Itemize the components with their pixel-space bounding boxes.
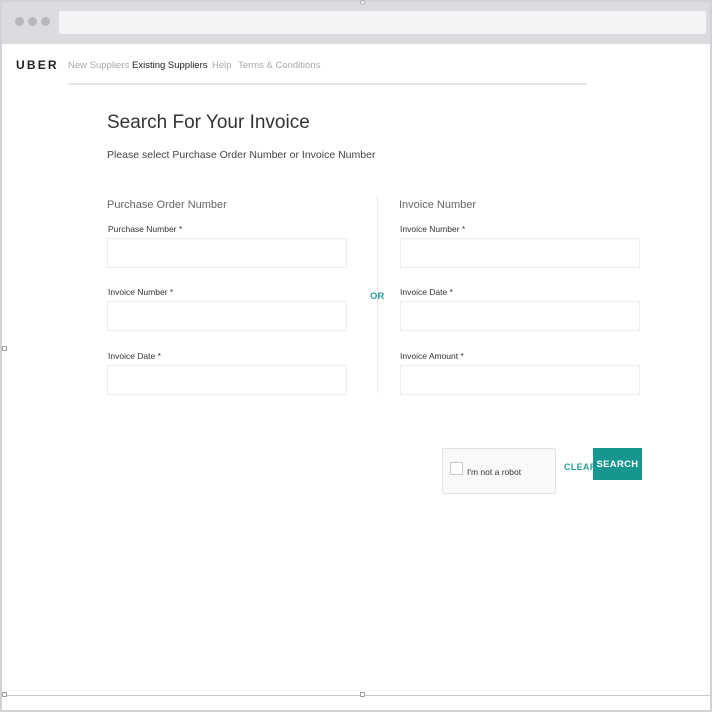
resize-handle-top[interactable] <box>360 0 365 5</box>
bottom-divider <box>4 695 710 696</box>
window-close-dot[interactable] <box>15 17 24 26</box>
uber-logo[interactable]: UBER <box>16 58 59 72</box>
resize-handle-bottom-left[interactable] <box>2 692 7 697</box>
browser-toolbar <box>2 0 710 44</box>
browser-window: UBER New Suppliers Existing Suppliers He… <box>0 0 712 712</box>
search-button[interactable]: SEARCH <box>593 448 642 480</box>
window-maximize-dot[interactable] <box>41 17 50 26</box>
purchase-number-input[interactable] <box>107 238 347 268</box>
invoice-amount-input[interactable] <box>400 365 640 395</box>
resize-handle-bottom[interactable] <box>360 692 365 697</box>
page-title: Search For Your Invoice <box>107 112 310 133</box>
purchase-number-label: Purchase Number * <box>108 224 183 234</box>
address-bar[interactable] <box>59 11 706 34</box>
or-separator: OR <box>370 291 385 302</box>
invoice-date-label: Invoice Date * <box>400 287 453 297</box>
po-invoice-number-label: Invoice Number * <box>108 287 174 297</box>
invoice-date-input[interactable] <box>400 301 640 331</box>
invoice-amount-label: Invoice Amount * <box>400 351 464 361</box>
resize-handle-left[interactable] <box>2 346 7 351</box>
invoice-number-input[interactable] <box>400 238 640 268</box>
recaptcha-label: I'm not a robot <box>467 467 522 477</box>
po-invoice-date-label: Invoice Date * <box>108 351 161 361</box>
nav-divider <box>68 83 587 85</box>
page-subtitle: Please select Purchase Order Number or I… <box>107 149 376 161</box>
invoice-number-label: Invoice Number * <box>400 224 466 234</box>
recaptcha-checkbox[interactable] <box>450 462 463 475</box>
clear-button[interactable]: CLEAR <box>564 462 597 472</box>
po-invoice-date-input[interactable] <box>107 365 347 395</box>
nav-link-terms-conditions[interactable]: Terms & Conditions <box>238 60 320 71</box>
window-minimize-dot[interactable] <box>28 17 37 26</box>
purchase-order-section-heading: Purchase Order Number <box>107 199 227 211</box>
nav-link-new-suppliers[interactable]: New Suppliers <box>68 60 129 71</box>
top-navigation: UBER New Suppliers Existing Suppliers He… <box>2 44 710 84</box>
po-invoice-number-input[interactable] <box>107 301 347 331</box>
recaptcha-widget: I'm not a robot <box>442 448 556 494</box>
invoice-number-section-heading: Invoice Number <box>399 199 477 211</box>
nav-link-existing-suppliers[interactable]: Existing Suppliers <box>132 60 208 71</box>
nav-link-help[interactable]: Help <box>212 60 232 71</box>
